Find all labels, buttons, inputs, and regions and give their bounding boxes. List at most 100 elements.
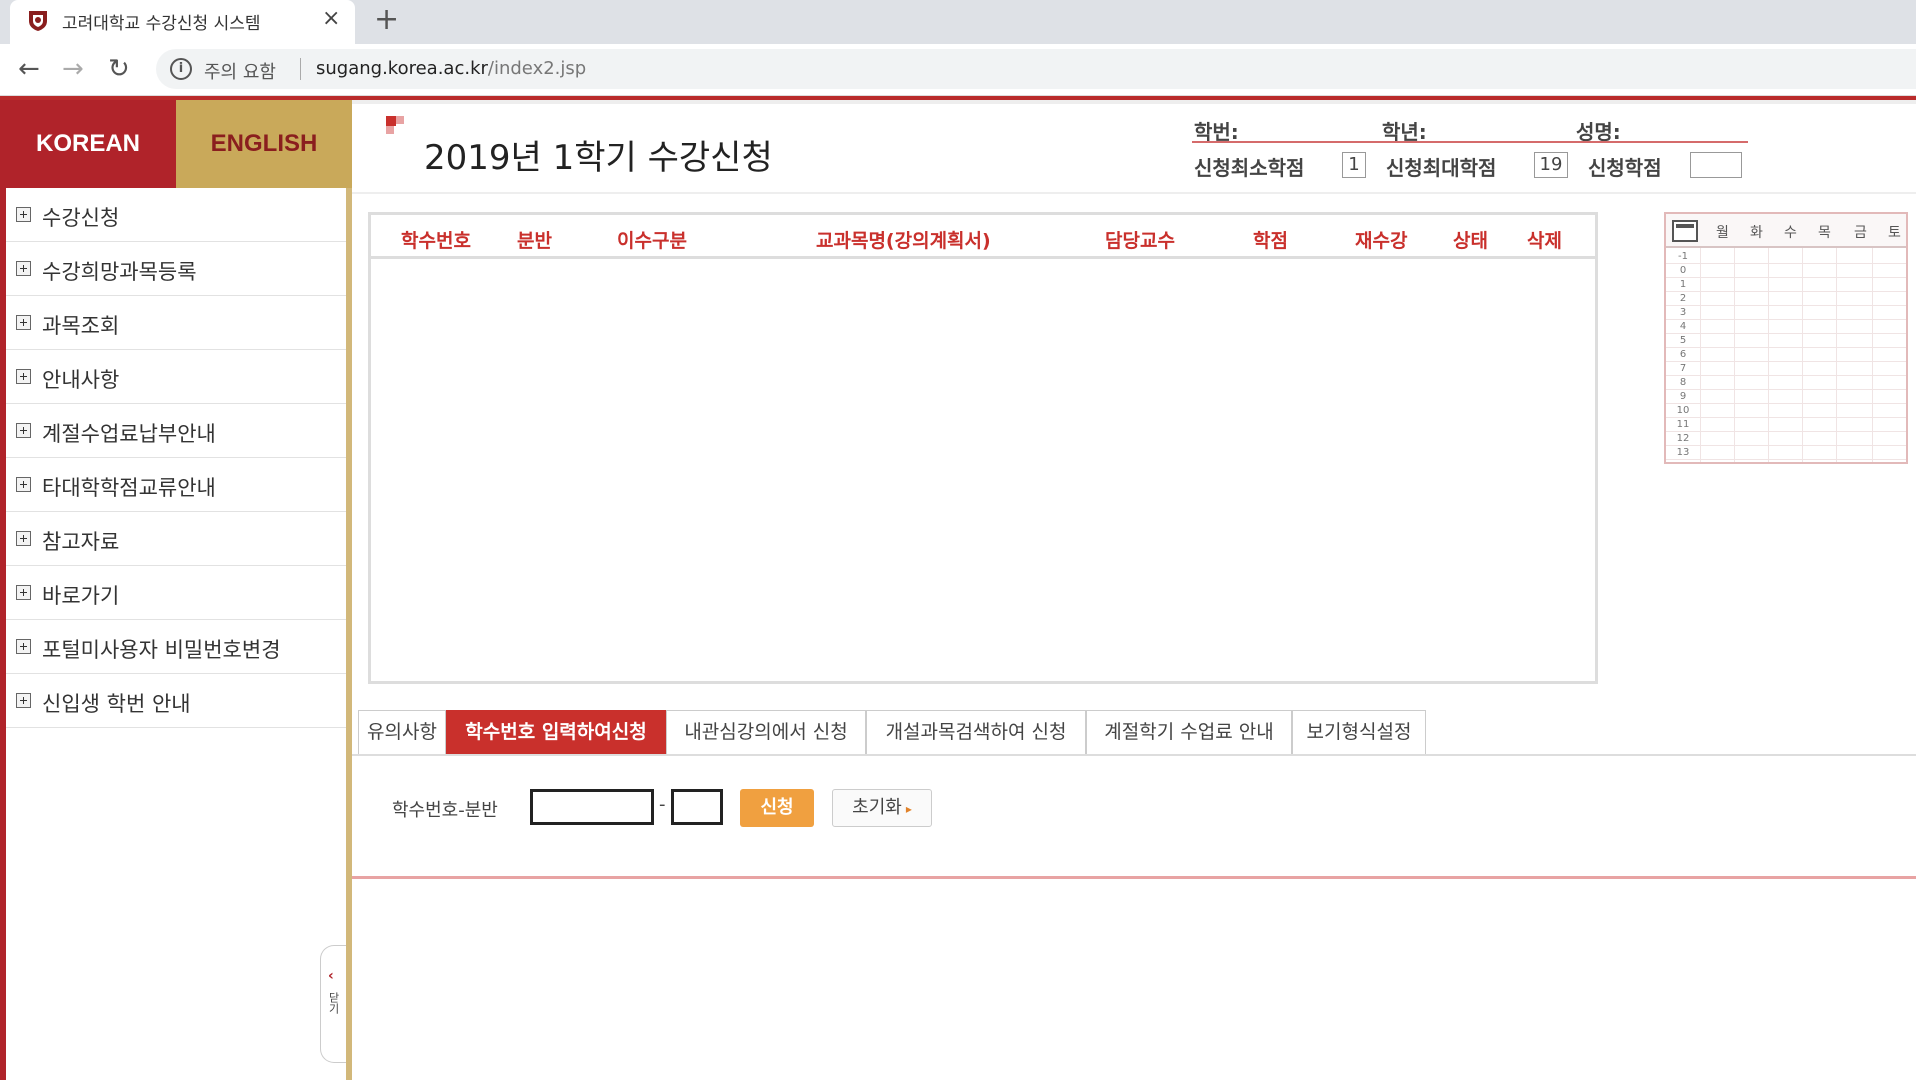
forward-icon[interactable]: → <box>62 53 84 85</box>
tab-from-interest-list[interactable]: 내관심강의에서 신청 <box>666 710 866 754</box>
period-label: 0 <box>1679 265 1687 276</box>
col-professor: 담당교수 <box>1105 230 1175 252</box>
expand-plus-icon[interactable] <box>16 261 31 276</box>
period-label: 3 <box>1679 307 1687 318</box>
sidebar-item-shortcuts[interactable]: 바로가기 <box>6 566 346 620</box>
sidebar-collapse-handle[interactable]: ‹ 닫기 <box>320 945 346 1063</box>
max-credits-value: 19 <box>1534 152 1568 178</box>
expand-plus-icon[interactable] <box>16 531 31 546</box>
registered-courses-table: 학수번호 분반 이수구분 교과목명(강의계획서) 담당교수 학점 재수강 상태 … <box>368 212 1598 684</box>
timetable-preview: 월 화 수 목 금 토 -1 0 1 2 3 4 5 6 7 8 9 10 11… <box>1664 212 1908 464</box>
reset-button-label: 초기화 <box>852 797 902 818</box>
url-path: /index2.jsp <box>487 58 587 79</box>
header-top-divider <box>352 100 1916 104</box>
title-square-icon <box>386 116 406 136</box>
timetable-row: 5 <box>1666 334 1906 348</box>
lang-english-button[interactable]: ENGLISH <box>176 100 352 188</box>
sidebar-item-course-registration[interactable]: 수강신청 <box>6 188 346 242</box>
period-label: 12 <box>1676 433 1690 444</box>
sidebar-item-wishlist[interactable]: 수강희망과목등록 <box>6 242 346 296</box>
code-section-dash: - <box>659 794 666 815</box>
tab-enter-course-number[interactable]: 학수번호 입력하여신청 <box>446 710 666 754</box>
page-title: 2019년 1학기 수강신청 <box>424 138 773 178</box>
sidebar-item-label: 계절수업료납부안내 <box>42 422 216 446</box>
expand-plus-icon[interactable] <box>16 477 31 492</box>
form-bottom-divider <box>352 876 1916 879</box>
day-sat: 토 <box>1888 225 1901 241</box>
calendar-icon[interactable] <box>1672 220 1698 242</box>
section-input[interactable] <box>671 789 723 825</box>
address-bar[interactable]: i 주의 요함 sugang.korea.ac.kr/index2.jsp <box>156 49 1916 89</box>
apply-button[interactable]: 신청 <box>740 789 814 827</box>
period-label: -1 <box>1678 251 1688 262</box>
info-icon[interactable]: i <box>170 58 192 80</box>
sidebar-item-label: 신입생 학번 안내 <box>42 692 191 716</box>
tab-bar-divider <box>352 754 1916 756</box>
browser-tab[interactable]: 고려대학교 수강신청 시스템 × <box>10 0 355 44</box>
security-label[interactable]: 주의 요함 <box>204 58 276 84</box>
browser-toolbar: ← → ↻ i 주의 요함 sugang.korea.ac.kr/index2.… <box>0 44 1916 96</box>
day-mon: 월 <box>1716 225 1729 241</box>
timetable-row: 9 <box>1666 390 1906 404</box>
sidebar-item-credit-exchange[interactable]: 타대학학점교류안내 <box>6 458 346 512</box>
timetable-row: 4 <box>1666 320 1906 334</box>
expand-plus-icon[interactable] <box>16 693 31 708</box>
sidebar-item-label: 수강신청 <box>42 206 120 230</box>
url-text[interactable]: sugang.korea.ac.kr/index2.jsp <box>316 58 586 79</box>
expand-plus-icon[interactable] <box>16 423 31 438</box>
sidebar-item-freshman-id[interactable]: 신입생 학번 안내 <box>6 674 346 728</box>
day-thu: 목 <box>1818 225 1831 241</box>
sidebar-item-password-change[interactable]: 포털미사용자 비밀번호변경 <box>6 620 346 674</box>
back-icon[interactable]: ← <box>18 53 40 85</box>
tab-view-settings[interactable]: 보기형식설정 <box>1292 710 1426 754</box>
period-label: 13 <box>1676 447 1690 458</box>
timetable-row: 7 <box>1666 362 1906 376</box>
period-label: 6 <box>1679 349 1687 360</box>
tab-close-icon[interactable]: × <box>322 6 340 31</box>
sidebar-item-notices[interactable]: 안내사항 <box>6 350 346 404</box>
expand-plus-icon[interactable] <box>16 369 31 384</box>
lang-korean-button[interactable]: KOREAN <box>0 100 176 188</box>
period-label: 9 <box>1679 391 1687 402</box>
sidebar-menu: 수강신청 수강희망과목등록 과목조회 안내사항 계절수업료납부안내 타대학학점교… <box>6 188 346 728</box>
timetable-row: 2 <box>1666 292 1906 306</box>
sidebar-item-label: 안내사항 <box>42 368 120 392</box>
timetable-row: 3 <box>1666 306 1906 320</box>
day-wed: 수 <box>1784 225 1797 241</box>
max-credits-label: 신청최대학점 <box>1386 156 1497 180</box>
timetable-row: 8 <box>1666 376 1906 390</box>
tab-precautions[interactable]: 유의사항 <box>358 710 446 754</box>
col-course-number: 학수번호 <box>401 230 471 252</box>
tab-search-courses[interactable]: 개설과목검색하여 신청 <box>866 710 1086 754</box>
timetable-row: 0 <box>1666 264 1906 278</box>
applied-credits-label: 신청학점 <box>1588 156 1662 180</box>
sidebar-item-label: 타대학학점교류안내 <box>42 476 216 500</box>
expand-plus-icon[interactable] <box>16 207 31 222</box>
new-tab-icon[interactable]: + <box>374 2 399 37</box>
course-code-section-label: 학수번호-분반 <box>392 800 498 821</box>
tab-title: 고려대학교 수강신청 시스템 <box>62 14 261 34</box>
period-label: 2 <box>1679 293 1687 304</box>
sidebar-item-label: 참고자료 <box>42 530 120 554</box>
expand-plus-icon[interactable] <box>16 315 31 330</box>
table-header: 학수번호 분반 이수구분 교과목명(강의계획서) 담당교수 학점 재수강 상태 … <box>371 215 1595 259</box>
expand-plus-icon[interactable] <box>16 639 31 654</box>
expand-plus-icon[interactable] <box>16 585 31 600</box>
day-tue: 화 <box>1750 225 1763 241</box>
reset-button[interactable]: 초기화 ▸ <box>832 789 932 827</box>
sidebar-item-references[interactable]: 참고자료 <box>6 512 346 566</box>
browser-tabstrip: 고려대학교 수강신청 시스템 × + <box>0 0 1916 44</box>
period-label: 8 <box>1679 377 1687 388</box>
col-status: 상태 <box>1453 230 1488 252</box>
sidebar-right-border <box>346 100 352 1080</box>
sidebar-item-label: 포털미사용자 비밀번호변경 <box>42 638 281 662</box>
tab-seasonal-tuition[interactable]: 계절학기 수업료 안내 <box>1086 710 1292 754</box>
timetable-row: 13 <box>1666 446 1906 460</box>
timetable-row: 11 <box>1666 418 1906 432</box>
min-credits-value: 1 <box>1342 152 1366 178</box>
course-code-input[interactable] <box>530 789 654 825</box>
reload-icon[interactable]: ↻ <box>108 53 130 85</box>
period-label: 11 <box>1676 419 1690 430</box>
sidebar-item-seasonal-tuition[interactable]: 계절수업료납부안내 <box>6 404 346 458</box>
sidebar-item-course-search[interactable]: 과목조회 <box>6 296 346 350</box>
